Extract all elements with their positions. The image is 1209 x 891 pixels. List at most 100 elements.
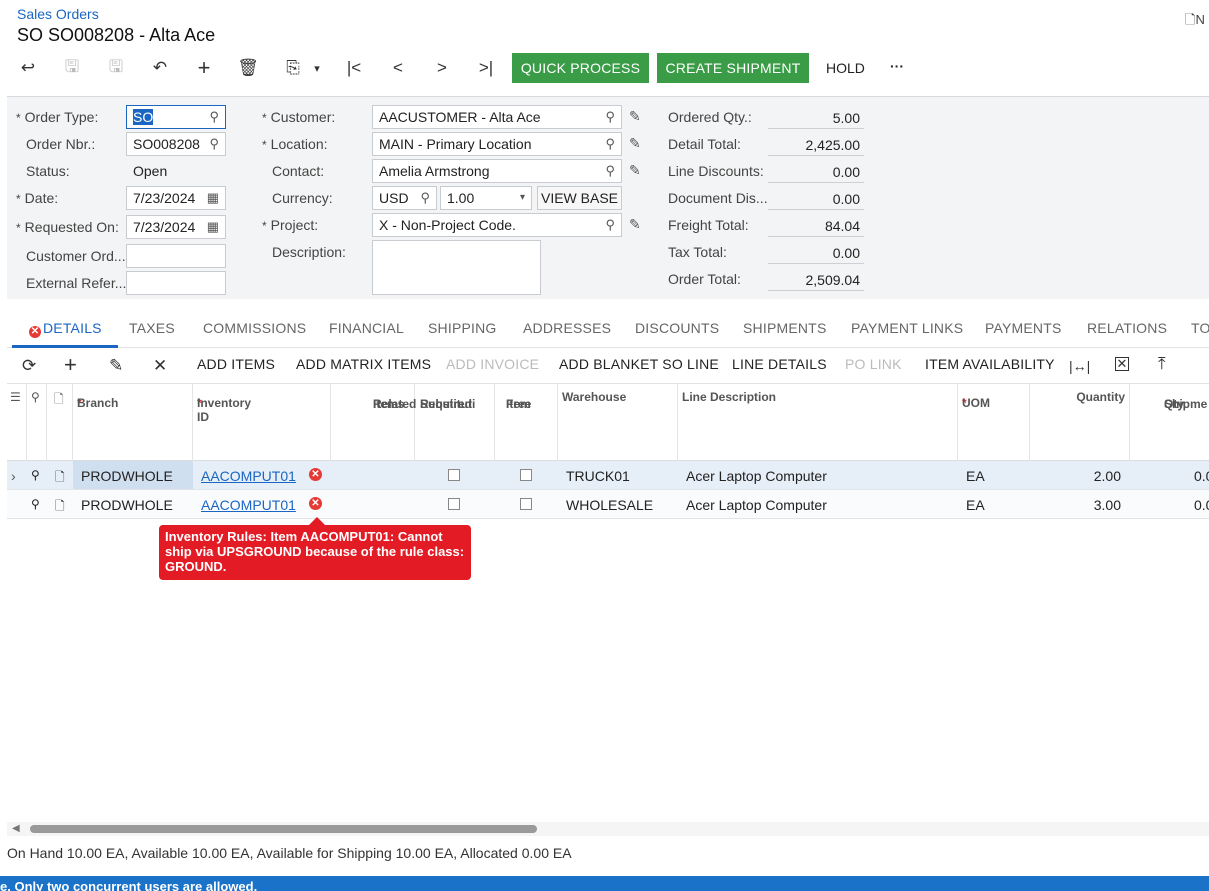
line-description-column[interactable]: Line Description xyxy=(678,384,958,461)
uom-cell[interactable]: EA xyxy=(966,497,985,513)
free-item-checkbox[interactable] xyxy=(520,498,532,510)
qty-shipments-column[interactable]: Qty. Shipme xyxy=(1130,384,1209,461)
uom-cell[interactable]: EA xyxy=(966,468,985,484)
refresh-icon[interactable]: ⟳ xyxy=(22,356,36,376)
save-icon[interactable]: 🖫 xyxy=(60,57,84,79)
contact-field[interactable]: Amelia Armstrong ⚲ xyxy=(372,159,622,183)
next-record-icon[interactable]: > xyxy=(430,57,454,79)
free-item-checkbox[interactable] xyxy=(520,469,532,481)
edit-row-icon[interactable]: ✎ xyxy=(109,356,123,376)
add-invoice-button[interactable]: ADD INVOICE xyxy=(446,356,539,372)
substitution-column[interactable]: Substituti Required xyxy=(415,384,495,461)
tab-taxes[interactable]: TAXES xyxy=(129,320,175,336)
chevron-down-icon[interactable]: ▾ xyxy=(305,57,329,79)
error-icon[interactable]: ✕ xyxy=(309,497,322,510)
create-shipment-button[interactable]: CREATE SHIPMENT xyxy=(657,53,809,83)
upload-icon[interactable]: ⤒ xyxy=(1158,354,1166,374)
line-details-button[interactable]: LINE DETAILS xyxy=(732,356,827,372)
tab-details[interactable]: ✕ DETAILS xyxy=(29,320,102,338)
branch-cell[interactable]: PRODWHOLE xyxy=(81,468,173,484)
add-icon[interactable]: + xyxy=(192,55,216,80)
warehouse-cell[interactable]: WHOLESALE xyxy=(566,497,653,513)
copy-paste-icon[interactable]: ⎘ xyxy=(281,57,305,79)
edit-project-icon[interactable]: ✎ xyxy=(629,216,641,233)
order-type-field[interactable]: SO ⚲ xyxy=(126,105,226,129)
tab-commissions[interactable]: COMMISSIONS xyxy=(203,320,306,336)
row-expand-icon[interactable]: › xyxy=(11,468,16,484)
date-field[interactable]: 7/23/2024 ▦ xyxy=(126,186,226,210)
scroll-left-icon[interactable]: ◀ xyxy=(12,823,20,834)
horizontal-scrollbar[interactable]: ◀ xyxy=(7,822,1209,836)
description-cell[interactable]: Acer Laptop Computer xyxy=(686,468,827,484)
po-link-button[interactable]: PO LINK xyxy=(845,356,902,372)
branch-column[interactable]: * Branch xyxy=(73,384,193,461)
edit-contact-icon[interactable]: ✎ xyxy=(629,162,641,179)
inventory-id-link[interactable]: AACOMPUT01 xyxy=(201,468,296,484)
tab-to[interactable]: TO xyxy=(1191,320,1209,336)
delete-row-icon[interactable]: ✕ xyxy=(153,356,167,376)
first-record-icon[interactable]: |< xyxy=(342,57,366,79)
quick-process-button[interactable]: QUICK PROCESS xyxy=(512,53,649,83)
description-field[interactable] xyxy=(372,240,541,295)
export-excel-icon[interactable]: ✕ xyxy=(1115,357,1129,371)
inventory-id-column[interactable]: * Inventory ID xyxy=(193,384,331,461)
paperclip-icon[interactable]: ⚲ xyxy=(31,497,40,511)
customer-ord-field[interactable] xyxy=(126,244,226,268)
view-base-button[interactable]: VIEW BASE xyxy=(537,186,622,210)
back-icon[interactable]: ↩ xyxy=(16,57,40,79)
location-field[interactable]: MAIN - Primary Location ⚲ xyxy=(372,132,622,156)
item-availability-button[interactable]: ITEM AVAILABILITY xyxy=(925,356,1055,372)
last-record-icon[interactable]: >| xyxy=(474,57,498,79)
document-icon[interactable]: 🗋 xyxy=(55,497,65,518)
fit-columns-icon[interactable]: |↔| xyxy=(1069,358,1090,374)
uom-column[interactable]: * UOM xyxy=(958,384,1030,461)
error-icon[interactable]: ✕ xyxy=(309,468,322,481)
tab-payments[interactable]: PAYMENTS xyxy=(985,320,1062,336)
related-items-column[interactable]: Related Items xyxy=(331,384,416,461)
tab-financial[interactable]: FINANCIAL xyxy=(329,320,404,336)
currency-field[interactable]: USD ⚲ xyxy=(372,186,437,210)
table-row[interactable]: › ⚲ 🗋 PRODWHOLE AACOMPUT01 ✕ TRUCK01 Ace… xyxy=(7,461,1209,490)
breadcrumb[interactable]: Sales Orders xyxy=(17,6,99,22)
tab-addresses[interactable]: ADDRESSES xyxy=(523,320,611,336)
warehouse-column[interactable]: Warehouse xyxy=(558,384,678,461)
hold-button[interactable]: HOLD xyxy=(826,60,865,76)
add-matrix-items-button[interactable]: ADD MATRIX ITEMS xyxy=(296,356,431,372)
add-items-button[interactable]: ADD ITEMS xyxy=(197,356,275,372)
quantity-cell[interactable]: 2.00 xyxy=(1030,468,1121,484)
document-icon[interactable]: 🗋 xyxy=(55,468,65,489)
project-field[interactable]: X - Non-Project Code. ⚲ xyxy=(372,213,622,237)
tab-shipments[interactable]: SHIPMENTS xyxy=(743,320,826,336)
notes-button[interactable]: 🗋N xyxy=(1185,11,1205,33)
quantity-column[interactable]: Quantity xyxy=(1030,384,1130,461)
save-close-icon[interactable]: 🖫 xyxy=(104,57,128,79)
undo-icon[interactable]: ↶ xyxy=(148,57,172,79)
scrollbar-thumb[interactable] xyxy=(30,825,537,833)
customer-field[interactable]: AACUSTOMER - Alta Ace ⚲ xyxy=(372,105,622,129)
branch-cell[interactable]: PRODWHOLE xyxy=(81,497,173,513)
inventory-id-link[interactable]: AACOMPUT01 xyxy=(201,497,296,513)
requested-on-field[interactable]: 7/23/2024 ▦ xyxy=(126,215,226,239)
add-blanket-so-line-button[interactable]: ADD BLANKET SO LINE xyxy=(559,356,719,372)
paperclip-icon[interactable]: ⚲ xyxy=(31,468,40,482)
order-nbr-field[interactable]: SO008208 ⚲ xyxy=(126,132,226,156)
tab-payment-links[interactable]: PAYMENT LINKS xyxy=(851,320,963,336)
external-ref-field[interactable] xyxy=(126,271,226,295)
tab-shipping[interactable]: SHIPPING xyxy=(428,320,497,336)
warehouse-cell[interactable]: TRUCK01 xyxy=(566,468,630,484)
tab-relations[interactable]: RELATIONS xyxy=(1087,320,1167,336)
tab-discounts[interactable]: DISCOUNTS xyxy=(635,320,719,336)
table-row[interactable]: ⚲ 🗋 PRODWHOLE AACOMPUT01 ✕ WHOLESALE Ace… xyxy=(7,490,1209,519)
prev-record-icon[interactable]: < xyxy=(386,57,410,79)
substitution-checkbox[interactable] xyxy=(448,498,460,510)
more-button[interactable]: ··· xyxy=(890,58,904,74)
add-row-icon[interactable]: + xyxy=(64,352,77,378)
free-item-column[interactable]: Free Item xyxy=(495,384,558,461)
edit-location-icon[interactable]: ✎ xyxy=(629,135,641,152)
description-cell[interactable]: Acer Laptop Computer xyxy=(686,497,827,513)
edit-customer-icon[interactable]: ✎ xyxy=(629,108,641,125)
rate-field[interactable]: 1.00 ▾ xyxy=(440,186,532,210)
delete-icon[interactable]: 🗑 xyxy=(236,57,260,79)
substitution-checkbox[interactable] xyxy=(448,469,460,481)
quantity-cell[interactable]: 3.00 xyxy=(1030,497,1121,513)
